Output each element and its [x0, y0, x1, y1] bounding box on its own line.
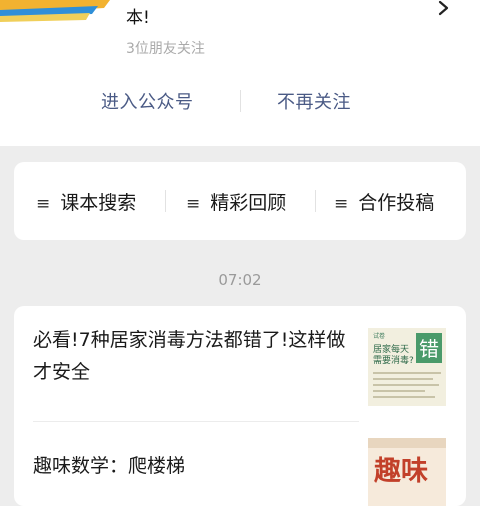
article-message-card: 必看!7种居家消毒方法都错了!这样做才安全 试卷 错 居家每天 需要消毒? 趣味… — [14, 306, 466, 506]
menu-divider — [315, 190, 316, 212]
action-divider — [240, 90, 241, 112]
menu-lines-icon: ≡ — [186, 194, 201, 214]
menu-lines-icon: ≡ — [334, 194, 349, 214]
account-profile-card: 本! 3位朋友关注 进入公众号 不再关注 — [0, 0, 480, 146]
thumbnail-badge: 错 — [419, 337, 439, 361]
article-title[interactable]: 趣味数学：爬楼梯 — [33, 450, 353, 482]
chevron-right-icon[interactable] — [432, 0, 454, 20]
thumbnail-headline: 需要消毒? — [373, 354, 414, 366]
thumbnail-headline: 居家每天 — [373, 343, 409, 355]
menu-lines-icon: ≡ — [36, 194, 51, 214]
article-divider — [33, 421, 359, 422]
thumbnail-brand: 试卷 — [373, 332, 385, 340]
thumbnail-title-text: 趣味 — [373, 456, 428, 487]
account-description: 本! — [126, 8, 150, 28]
article-thumbnail[interactable]: 试卷 错 居家每天 需要消毒? — [368, 328, 446, 406]
menu-item-highlights[interactable]: ≡ 精彩回顾 — [186, 188, 286, 215]
article-title[interactable]: 必看!7种居家消毒方法都错了!这样做才安全 — [33, 324, 353, 388]
message-timestamp: 07:02 — [218, 271, 262, 289]
menu-divider — [165, 190, 166, 212]
article-thumbnail[interactable]: 趣味 — [368, 438, 446, 506]
menu-item-label: 精彩回顾 — [210, 192, 287, 214]
enter-account-button[interactable]: 进入公众号 — [101, 88, 194, 114]
unfollow-button[interactable]: 不再关注 — [277, 88, 351, 114]
menu-item-submit[interactable]: ≡ 合作投稿 — [334, 188, 434, 215]
menu-item-textbook-search[interactable]: ≡ 课本搜索 — [36, 188, 136, 215]
followers-count: 3位朋友关注 — [126, 41, 205, 57]
menu-item-label: 合作投稿 — [358, 192, 435, 214]
account-avatar — [0, 0, 110, 22]
account-menu-bar: ≡ 课本搜索 ≡ 精彩回顾 ≡ 合作投稿 — [14, 162, 466, 240]
menu-item-label: 课本搜索 — [60, 192, 137, 214]
